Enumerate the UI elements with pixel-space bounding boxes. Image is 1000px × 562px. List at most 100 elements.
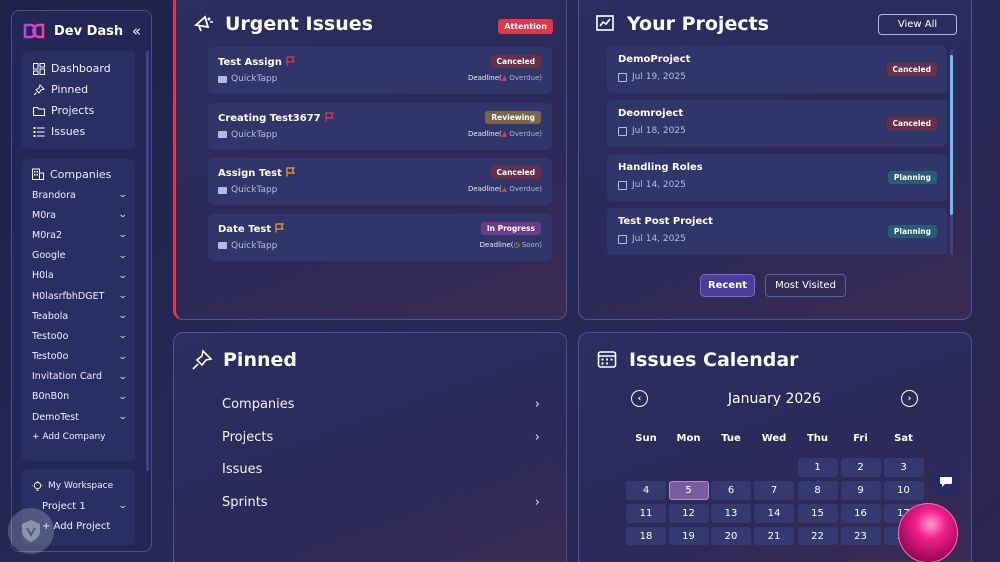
- calendar-icon: [618, 234, 627, 244]
- calendar-day[interactable]: 13: [711, 504, 751, 523]
- company-label: Testo0o: [32, 351, 69, 363]
- chat-button[interactable]: [930, 466, 962, 498]
- company-item[interactable]: Invitation Card ⌄: [22, 367, 135, 387]
- urgent-issue-item[interactable]: Test Assign QuickTapp Canceled Deadline(…: [208, 47, 552, 94]
- company-item[interactable]: Google ⌄: [22, 246, 135, 266]
- calendar-day[interactable]: 3: [883, 458, 924, 477]
- chevron-down-icon[interactable]: ⌄: [118, 352, 128, 362]
- issue-project-label: QuickTapp: [231, 129, 278, 140]
- double-chevron-left-icon[interactable]: «: [132, 22, 141, 40]
- chevron-right-icon[interactable]: ›: [535, 397, 540, 412]
- calendar-day[interactable]: 7: [754, 481, 794, 500]
- project-item[interactable]: Deomroject Jul 18, 2025 Canceled: [607, 100, 947, 147]
- calendar-day[interactable]: 20: [711, 527, 751, 545]
- company-item[interactable]: Testo0o ⌄: [22, 347, 135, 367]
- chevron-down-icon[interactable]: ⌄: [118, 230, 128, 240]
- calendar-day[interactable]: 18: [626, 527, 666, 545]
- chevron-down-icon[interactable]: ⌄: [118, 271, 128, 281]
- issue-project: QuickTapp: [218, 241, 277, 251]
- projects-scrollbar-thumb[interactable]: [950, 55, 953, 215]
- deadline-label: Deadline(: [467, 129, 502, 138]
- chat-bubble-icon: [939, 473, 953, 492]
- chevron-down-icon[interactable]: ⌄: [118, 331, 128, 341]
- calendar-day[interactable]: 8: [797, 481, 838, 500]
- project-date-label: Jul 19, 2025: [632, 72, 686, 82]
- projects-scrollbar[interactable]: [950, 49, 953, 255]
- company-item[interactable]: Testo0o ⌄: [22, 326, 135, 346]
- company-item[interactable]: B0nB0n ⌄: [22, 387, 135, 407]
- recent-tab[interactable]: Recent: [700, 274, 755, 297]
- nav-item-issues[interactable]: Issues: [22, 121, 135, 142]
- chevron-down-icon[interactable]: ⌄: [118, 501, 128, 511]
- pinned-item[interactable]: Companies ›: [222, 397, 540, 412]
- urgent-issues-title: Urgent Issues: [193, 13, 373, 35]
- chevron-left-icon[interactable]: ‹: [631, 390, 648, 407]
- chevron-down-icon[interactable]: ⌄: [118, 372, 128, 382]
- urgent-issue-item[interactable]: Assign Test QuickTapp Canceled Deadline(…: [208, 158, 552, 205]
- calendar-day[interactable]: 15: [797, 504, 838, 523]
- chevron-right-icon[interactable]: ›: [901, 390, 918, 407]
- project-date-label: Jul 18, 2025: [632, 126, 686, 136]
- chevron-down-icon[interactable]: ⌄: [118, 210, 128, 220]
- view-all-button[interactable]: View All: [878, 14, 957, 35]
- shield-watermark-icon: [8, 508, 54, 554]
- nav-item-pinned[interactable]: Pinned: [22, 79, 135, 100]
- issue-title: Assign Test: [218, 167, 296, 180]
- calendar-day[interactable]: 5: [668, 481, 709, 500]
- issue-title: Date Test: [218, 222, 285, 236]
- calendar-day[interactable]: 11: [626, 504, 666, 523]
- nav-label: Dashboard: [51, 62, 111, 75]
- pinned-item-label: Sprints: [222, 494, 268, 510]
- sidebar-scrollbar[interactable]: [146, 51, 149, 471]
- calendar-day[interactable]: 21: [754, 527, 794, 545]
- nav-item-projects[interactable]: Projects: [22, 100, 135, 121]
- company-item[interactable]: Teabola ⌄: [22, 306, 135, 326]
- calendar-day[interactable]: 1: [797, 458, 838, 477]
- company-item[interactable]: DemoTest ⌄: [22, 407, 135, 427]
- project-date-label: Jul 14, 2025: [632, 180, 686, 190]
- logo-row: Dev Dash «: [12, 11, 151, 51]
- pinned-item[interactable]: Issues: [222, 462, 540, 477]
- urgent-issue-item[interactable]: Creating Test3677 QuickTapp Reviewing De…: [208, 102, 552, 150]
- chevron-down-icon[interactable]: ⌄: [118, 291, 128, 301]
- company-item[interactable]: H0lasrfbhDGET ⌄: [22, 286, 135, 306]
- weekday-label: Fri: [853, 433, 868, 444]
- pinned-item[interactable]: Sprints ›: [222, 495, 540, 510]
- project-item[interactable]: Test Post Project Jul 14, 2025 Planning: [607, 208, 947, 255]
- company-item[interactable]: H0la ⌄: [22, 266, 135, 286]
- calendar-day[interactable]: 6: [711, 481, 751, 500]
- assistant-orb-button[interactable]: [898, 503, 958, 562]
- chevron-down-icon[interactable]: ⌄: [118, 311, 128, 321]
- add-company-button[interactable]: + Add Company: [22, 427, 135, 447]
- calendar-day[interactable]: 22: [797, 527, 838, 545]
- calendar-day[interactable]: 16: [840, 504, 881, 523]
- company-item[interactable]: M0ra ⌄: [22, 205, 135, 225]
- chevron-down-icon[interactable]: ⌄: [118, 392, 128, 402]
- calendar-day[interactable]: 19: [668, 527, 709, 545]
- chevron-down-icon[interactable]: ⌄: [118, 412, 128, 422]
- chevron-right-icon[interactable]: ›: [535, 495, 540, 510]
- dev-dash-logo-icon: [23, 23, 45, 39]
- calendar-day[interactable]: 14: [754, 504, 794, 523]
- chevron-down-icon[interactable]: ⌄: [118, 190, 128, 200]
- calendar-day[interactable]: 23: [840, 527, 881, 545]
- calendar-day[interactable]: 9: [840, 481, 881, 500]
- company-item[interactable]: M0ra2 ⌄: [22, 225, 135, 245]
- nav-item-dashboard[interactable]: Dashboard: [22, 58, 135, 79]
- project-item[interactable]: Handling Roles Jul 14, 2025 Planning: [607, 154, 947, 201]
- chevron-right-icon[interactable]: ›: [535, 430, 540, 445]
- company-item[interactable]: Brandora ⌄: [22, 185, 135, 205]
- pinned-item[interactable]: Projects ›: [222, 430, 540, 445]
- nav-label: Issues: [51, 125, 86, 138]
- calendar-day[interactable]: 2: [840, 458, 881, 477]
- calendar-day[interactable]: 4: [626, 481, 666, 500]
- urgent-issues-card: Urgent Issues Attention Test Assign Quic…: [173, 0, 567, 320]
- urgent-issue-item[interactable]: Date Test QuickTapp In Progress Deadline…: [208, 213, 552, 261]
- project-title: Deomroject: [618, 108, 684, 119]
- project-item[interactable]: DemoProject Jul 19, 2025 Canceled: [607, 46, 947, 93]
- most-visited-tab[interactable]: Most Visited: [765, 274, 846, 297]
- chevron-down-icon[interactable]: ⌄: [118, 251, 128, 261]
- nav-label: Pinned: [51, 83, 89, 96]
- calendar-day[interactable]: 10: [883, 481, 924, 500]
- calendar-day[interactable]: 12: [668, 504, 709, 523]
